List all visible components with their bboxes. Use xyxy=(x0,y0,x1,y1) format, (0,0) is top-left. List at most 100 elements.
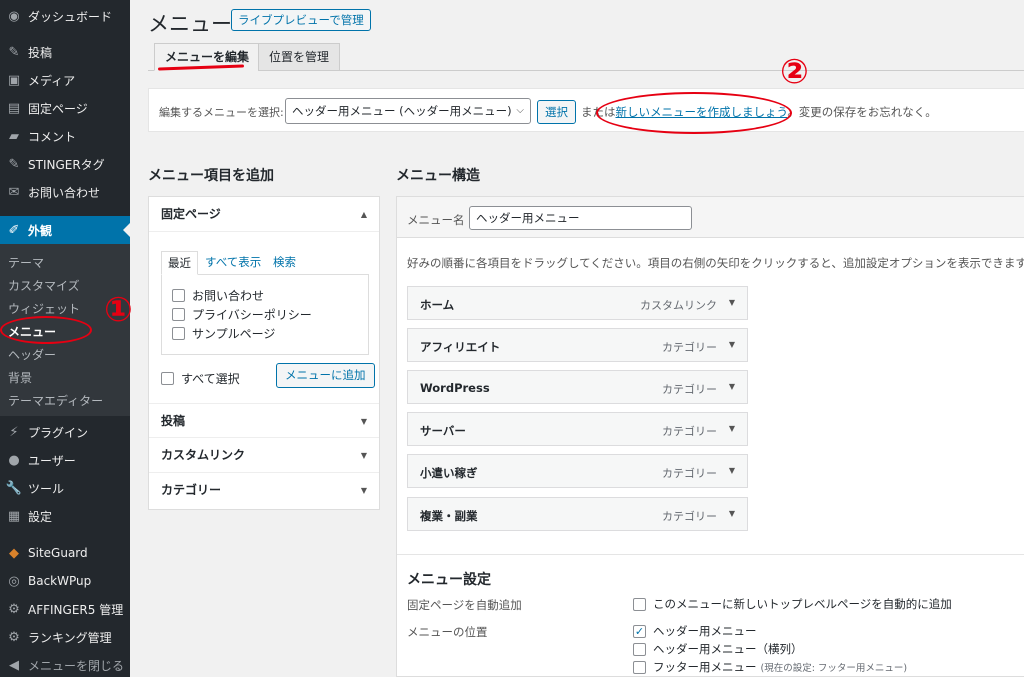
dashboard-icon: ◉ xyxy=(8,8,20,24)
menu-settings-title: メニュー設定 xyxy=(407,572,491,588)
menu-item[interactable]: アフィリエイト カテゴリー ▼ xyxy=(407,328,748,362)
menu-item[interactable]: 複業・副業 カテゴリー ▼ xyxy=(407,497,748,531)
location-option[interactable]: ✓ ヘッダー用メニュー xyxy=(633,623,757,639)
checkbox[interactable] xyxy=(633,642,646,656)
chevron-down-icon: ▼ xyxy=(360,417,367,426)
submenu-item-themes[interactable]: テーマ xyxy=(8,254,44,271)
sidebar-item-label: AFFINGER5 管理 xyxy=(28,602,124,617)
sidebar-item-users[interactable]: ● ユーザー xyxy=(0,446,130,474)
menu-item-type: カテゴリー xyxy=(662,425,717,438)
checkbox[interactable] xyxy=(172,289,185,302)
list-item[interactable]: サンプルページ xyxy=(172,325,275,342)
submenu-item-theme-editor[interactable]: テーマエディター xyxy=(8,392,103,409)
sidebar-collapse[interactable]: ◀ メニューを閉じる xyxy=(0,651,130,677)
page-checklist: お問い合わせ プライバシーポリシー サンプルページ xyxy=(161,275,369,355)
expand-arrow-icon[interactable]: ▼ xyxy=(729,340,735,349)
tab-search[interactable]: 検索 xyxy=(267,251,302,275)
sidebar-item-contact[interactable]: ✉ お問い合わせ xyxy=(0,178,130,206)
expand-arrow-icon[interactable]: ▼ xyxy=(729,509,735,518)
expand-arrow-icon[interactable]: ▼ xyxy=(729,424,735,433)
menu-item[interactable]: ホーム カスタムリンク ▼ xyxy=(407,286,748,320)
accordion-section-label: カスタムリンク xyxy=(161,448,246,462)
expand-arrow-icon[interactable]: ▼ xyxy=(729,466,735,475)
menu-item[interactable]: サーバー カテゴリー ▼ xyxy=(407,412,748,446)
sidebar-item-label: メディア xyxy=(28,73,76,88)
sidebar-item-label: 設定 xyxy=(28,509,53,524)
select-all-row[interactable]: すべて選択 xyxy=(161,370,240,387)
menu-select-dropdown[interactable]: ヘッダー用メニュー (ヘッダー用メニュー) ⌵ xyxy=(285,98,531,124)
page-label: プライバシーポリシー xyxy=(192,308,312,322)
select-menu-label: 編集するメニューを選択: xyxy=(159,106,284,119)
checkbox[interactable] xyxy=(172,327,185,340)
list-item[interactable]: プライバシーポリシー xyxy=(172,306,312,323)
tab-view-all[interactable]: すべて表示 xyxy=(199,251,267,275)
accordion-posts-header[interactable]: 投稿 ▼ xyxy=(149,403,379,438)
option-label: このメニューに新しいトップレベルページを自動的に追加 xyxy=(653,597,952,611)
submenu-item-widgets[interactable]: ウィジェット xyxy=(8,300,80,317)
menu-item-type: カテゴリー xyxy=(662,510,717,523)
accordion-categories-header[interactable]: カテゴリー ▼ xyxy=(149,473,379,508)
option-label: ヘッダー用メニュー（横列） xyxy=(653,642,803,656)
sidebar-item-label: ランキング管理 xyxy=(28,630,112,645)
sidebar-item-tools[interactable]: 🔧 ツール xyxy=(0,474,130,502)
sidebar-item-ranking[interactable]: ⚙ ランキング管理 xyxy=(0,623,130,651)
sidebar-item-stinger-tags[interactable]: ✎ STINGERタグ xyxy=(0,150,130,178)
location-option[interactable]: フッター用メニュー (現在の設定: フッター用メニュー) xyxy=(633,659,907,675)
checkbox[interactable] xyxy=(172,308,185,321)
sidebar-item-plugins[interactable]: ⚡ プラグイン xyxy=(0,418,130,446)
settings-divider xyxy=(397,554,1024,555)
sidebar-item-backwpup[interactable]: ◎ BackWPup xyxy=(0,567,130,595)
annotation-ring-2 xyxy=(596,92,792,134)
sidebar-item-appearance[interactable]: ✐ 外観 xyxy=(0,216,130,244)
submenu-item-header[interactable]: ヘッダー xyxy=(8,346,56,363)
gear-icon: ⚙ xyxy=(8,601,20,617)
select-button[interactable]: 選択 xyxy=(537,100,576,124)
accordion-pages-header[interactable]: 固定ページ ▲ xyxy=(149,197,379,232)
checkbox-checked[interactable]: ✓ xyxy=(633,624,646,638)
chevron-down-icon: ▼ xyxy=(360,451,367,460)
sidebar-item-siteguard[interactable]: ◆ SiteGuard xyxy=(0,539,130,567)
menu-item[interactable]: WordPress カテゴリー ▼ xyxy=(407,370,748,404)
menu-item-title: ホーム xyxy=(420,298,455,312)
sidebar-item-settings[interactable]: ▦ 設定 xyxy=(0,502,130,530)
option-note: (現在の設定: フッター用メニュー) xyxy=(760,663,908,674)
submenu-item-customize[interactable]: カスタマイズ xyxy=(8,277,80,294)
accordion-custom-links-header[interactable]: カスタムリンク ▼ xyxy=(149,438,379,473)
list-item[interactable]: お問い合わせ xyxy=(172,287,264,304)
sidebar-item-media[interactable]: ▣ メディア xyxy=(0,66,130,94)
sidebar-item-posts[interactable]: ✎ 投稿 xyxy=(0,38,130,66)
menu-item-type: カテゴリー xyxy=(662,341,717,354)
sidebar-item-label: STINGERタグ xyxy=(28,157,105,172)
menu-name-input[interactable]: ヘッダー用メニュー xyxy=(469,206,692,230)
checkbox[interactable] xyxy=(633,597,646,611)
settings-icon: ▦ xyxy=(7,508,21,524)
menu-select-bar: 編集するメニューを選択: ヘッダー用メニュー (ヘッダー用メニュー) ⌵ 選択 … xyxy=(148,88,1024,132)
sidebar-item-affinger[interactable]: ⚙ AFFINGER5 管理 xyxy=(0,595,130,623)
add-to-menu-button[interactable]: メニューに追加 xyxy=(276,363,375,388)
submenu-item-background[interactable]: 背景 xyxy=(8,369,32,386)
expand-arrow-icon[interactable]: ▼ xyxy=(729,298,735,307)
sidebar-item-comments[interactable]: ▰ コメント xyxy=(0,122,130,150)
backup-icon: ◎ xyxy=(8,573,20,589)
collapse-icon: ◀ xyxy=(9,657,19,673)
location-option[interactable]: ヘッダー用メニュー（横列） xyxy=(633,641,803,657)
tab-manage-locations[interactable]: 位置を管理 xyxy=(258,43,341,71)
tab-most-recent[interactable]: 最近 xyxy=(161,251,198,275)
sidebar-item-dashboard[interactable]: ◉ ダッシュボード xyxy=(0,2,130,30)
checkbox[interactable] xyxy=(633,660,646,674)
auto-add-option[interactable]: このメニューに新しいトップレベルページを自動的に追加 xyxy=(633,596,952,612)
menu-name-bar: メニュー名 ヘッダー用メニュー xyxy=(397,197,1024,238)
menu-item[interactable]: 小遣い稼ぎ カテゴリー ▼ xyxy=(407,454,748,488)
sidebar-item-label: ダッシュボード xyxy=(28,9,113,24)
sidebar-item-pages[interactable]: ▤ 固定ページ xyxy=(0,94,130,122)
expand-arrow-icon[interactable]: ▼ xyxy=(729,382,735,391)
live-preview-button[interactable]: ライブプレビューで管理 xyxy=(231,9,371,31)
auto-add-label: 固定ページを自動追加 xyxy=(407,598,522,612)
menu-structure-panel: メニュー名 ヘッダー用メニュー 好みの順番に各項目をドラッグしてください。項目の… xyxy=(396,196,1024,677)
select-all-checkbox[interactable] xyxy=(161,372,174,385)
sidebar-item-label: SiteGuard xyxy=(28,546,88,560)
drag-instructions: 好みの順番に各項目をドラッグしてください。項目の右側の矢印をクリックすると、追加… xyxy=(407,256,1024,270)
menu-item-title: WordPress xyxy=(420,381,490,395)
menu-location-label: メニューの位置 xyxy=(407,625,488,639)
media-icon: ▣ xyxy=(7,72,21,88)
